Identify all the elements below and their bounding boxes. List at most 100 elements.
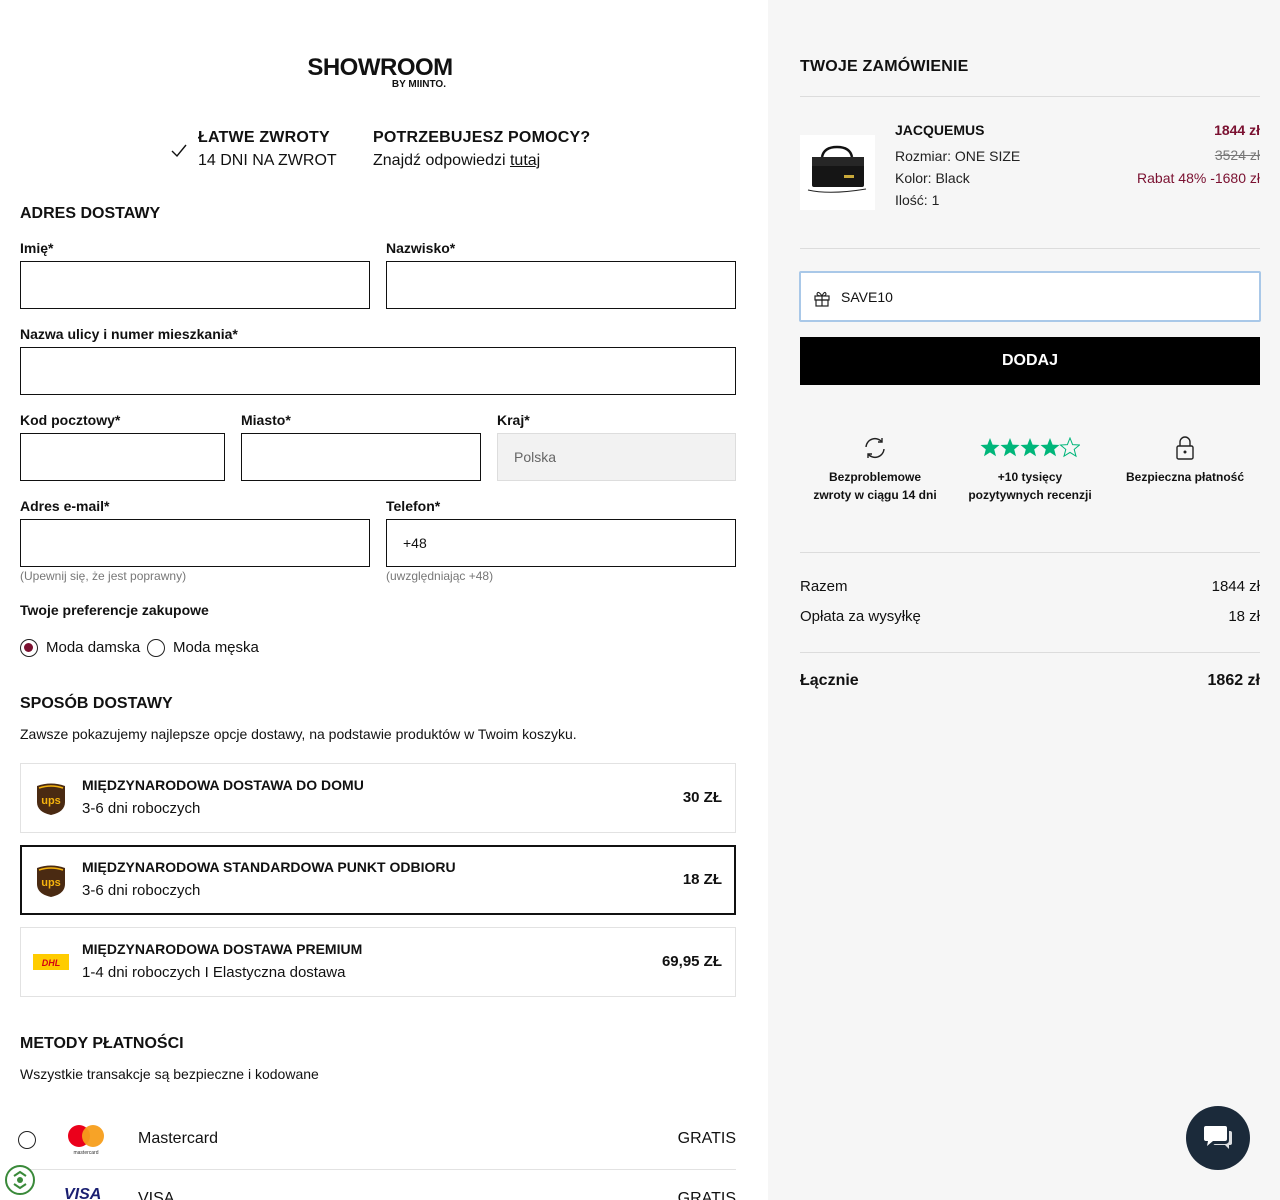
total-row: Łącznie 1862 zł (800, 672, 1260, 690)
product-price: 1844 zł (1214, 122, 1260, 138)
radio-women-label[interactable]: Moda damska (46, 639, 140, 656)
country-field: Polska (497, 433, 736, 481)
returns-title: ŁATWE ZWROTY (198, 129, 330, 146)
product-image[interactable] (800, 135, 875, 210)
street-label: Nazwa ulicy i numer mieszkania* (20, 326, 238, 342)
first-name-label: Imię* (20, 240, 54, 256)
ups-logo-icon: ups (37, 783, 65, 815)
help-link[interactable]: tutaj (510, 152, 540, 169)
add-promo-button[interactable]: DODAJ (800, 337, 1260, 385)
subtotal-value: 1844 zł (1211, 578, 1260, 595)
svg-text:ups: ups (41, 877, 61, 889)
shipping-option-time: 3-6 dni roboczych (82, 882, 201, 899)
payment-method-name: Mastercard (138, 1130, 219, 1147)
subtotal-row: Razem 1844 zł (800, 578, 1260, 595)
shipping-option-time: 3-6 dni roboczych (82, 800, 201, 817)
shipping-option-price: 69,95 ZŁ (661, 953, 722, 970)
payment-method-price: GRATIS (677, 1190, 736, 1200)
subtotal-label: Razem (800, 578, 848, 595)
feature-text: Bezproblemowe (828, 470, 921, 484)
product-size: Rozmiar: ONE SIZE (895, 148, 1021, 164)
visa-logo-icon: VISA (64, 1186, 102, 1200)
payment-method-name: VISA (138, 1190, 175, 1200)
divider (800, 652, 1260, 653)
feature-secure-payment: Bezpieczna płatność (1115, 434, 1255, 486)
chat-button[interactable] (1186, 1106, 1250, 1170)
country-label: Kraj* (497, 412, 530, 428)
feature-text: pozytywnych recenzji (968, 488, 1092, 502)
help-text: Znajdź odpowiedzi (373, 152, 506, 169)
logo-sub-text: BY MIINTO. (391, 79, 446, 90)
product-quantity: Ilość: 1 (895, 192, 940, 208)
phone-field[interactable]: +48 (386, 519, 736, 567)
product-color: Kolor: Black (895, 170, 970, 186)
feature-text: zwroty w ciągu 14 dni (813, 488, 937, 502)
order-title: TWOJE ZAMÓWIENIE (800, 58, 969, 75)
feature-returns: Bezproblemowe zwroty w ciągu 14 dni (805, 434, 945, 504)
payment-method-price: GRATIS (677, 1130, 736, 1147)
help-subtitle: Znajdź odpowiedzi tutaj (373, 150, 590, 172)
refresh-icon (865, 437, 885, 459)
promo-code-input[interactable] (841, 285, 1241, 309)
product-brand: JACQUEMUS (895, 122, 985, 138)
shipping-option-title: MIĘDZYNARODOWA DOSTAWA PREMIUM (82, 941, 363, 957)
payment-method-mastercard[interactable]: mastercard Mastercard GRATIS (18, 1120, 736, 1160)
mastercard-logo-icon: mastercard (68, 1125, 104, 1156)
shipping-option-price: 18 ZŁ (682, 871, 722, 888)
logo-main-text: SHOWROOM (307, 54, 453, 81)
shipping-option-time: 1-4 dni roboczych I Elastyczna dostawa (82, 964, 346, 981)
street-field[interactable] (20, 347, 736, 395)
product-old-price: 3524 zł (1214, 147, 1260, 163)
promo-code-field[interactable] (799, 271, 1261, 322)
stars-icon (960, 434, 1100, 462)
help-info: POTRZEBUJESZ POMOCY? Znajdź odpowiedzi t… (373, 128, 590, 172)
last-name-field[interactable] (386, 261, 736, 309)
city-label: Miasto* (241, 412, 291, 428)
ups-logo-icon: ups (37, 865, 65, 897)
payment-radio[interactable] (18, 1131, 36, 1149)
shipping-option-title: MIĘDZYNARODOWA DOSTAWA DO DOMU (82, 777, 364, 793)
shipping-option[interactable]: ups MIĘDZYNARODOWA DOSTAWA DO DOMU 3-6 d… (20, 763, 736, 833)
lock-icon (1176, 436, 1194, 460)
checkmark-icon (171, 144, 187, 158)
payment-section-title: METODY PŁATNOŚCI (20, 1035, 184, 1052)
feature-text: +10 tysięcy (997, 470, 1063, 484)
address-section-title: ADRES DOSTAWY (20, 205, 161, 222)
divider (800, 552, 1260, 553)
phone-hint: (uwzględniając +48) (386, 569, 494, 583)
radio-women[interactable] (20, 639, 38, 657)
returns-subtitle: 14 DNI NA ZWROT (198, 152, 337, 169)
shipping-option-price: 30 ZŁ (682, 789, 722, 806)
first-name-field[interactable] (20, 261, 370, 309)
divider (800, 96, 1260, 97)
chat-bubble-icon (1204, 1126, 1232, 1149)
shipping-fee-row: Opłata za wysyłkę 18 zł (800, 608, 1260, 625)
divider (800, 248, 1260, 249)
shipping-fee-label: Opłata za wysyłkę (800, 608, 921, 625)
radio-men-label[interactable]: Moda męska (173, 639, 259, 656)
email-hint: (Upewnij się, że jest poprawny) (20, 569, 187, 583)
order-summary-panel: TWOJE ZAMÓWIENIE JACQUEMUS Rozmiar: ONE … (768, 0, 1280, 1200)
shipping-option-title: MIĘDZYNARODOWA STANDARDOWA PUNKT ODBIORU (82, 859, 456, 875)
shipping-subtitle: Zawsze pokazujemy najlepsze opcje dostaw… (20, 726, 577, 742)
city-field[interactable] (241, 433, 481, 481)
recycle-badge-icon[interactable] (4, 1164, 36, 1196)
preferences-title: Twoje preferencje zakupowe (20, 602, 209, 618)
payment-subtitle: Wszystkie transakcje są bezpieczne i kod… (20, 1066, 319, 1082)
country-value: Polska (514, 449, 557, 465)
postal-code-field[interactable] (20, 433, 225, 481)
feature-reviews: +10 tysięcy pozytywnych recenzji (960, 434, 1100, 504)
payment-method-visa[interactable]: VISA VISA GRATIS (20, 1180, 736, 1200)
shipping-option-selected[interactable]: ups MIĘDZYNARODOWA STANDARDOWA PUNKT ODB… (20, 845, 736, 915)
radio-men[interactable] (147, 639, 165, 657)
gift-icon (814, 291, 830, 307)
email-field[interactable] (20, 519, 370, 567)
mastercard-logo-text: mastercard (73, 1150, 98, 1156)
showroom-logo[interactable]: SHOWROOM BY MIINTO. (300, 56, 460, 90)
postal-code-label: Kod pocztowy* (20, 412, 121, 428)
total-label: Łącznie (800, 672, 859, 689)
phone-value: +48 (403, 535, 427, 551)
product-discount: Rabat 48% -1680 zł (1137, 170, 1260, 186)
returns-info: ŁATWE ZWROTY 14 DNI NA ZWROT (198, 128, 337, 172)
shipping-option[interactable]: DHL MIĘDZYNARODOWA DOSTAWA PREMIUM 1-4 d… (20, 927, 736, 997)
